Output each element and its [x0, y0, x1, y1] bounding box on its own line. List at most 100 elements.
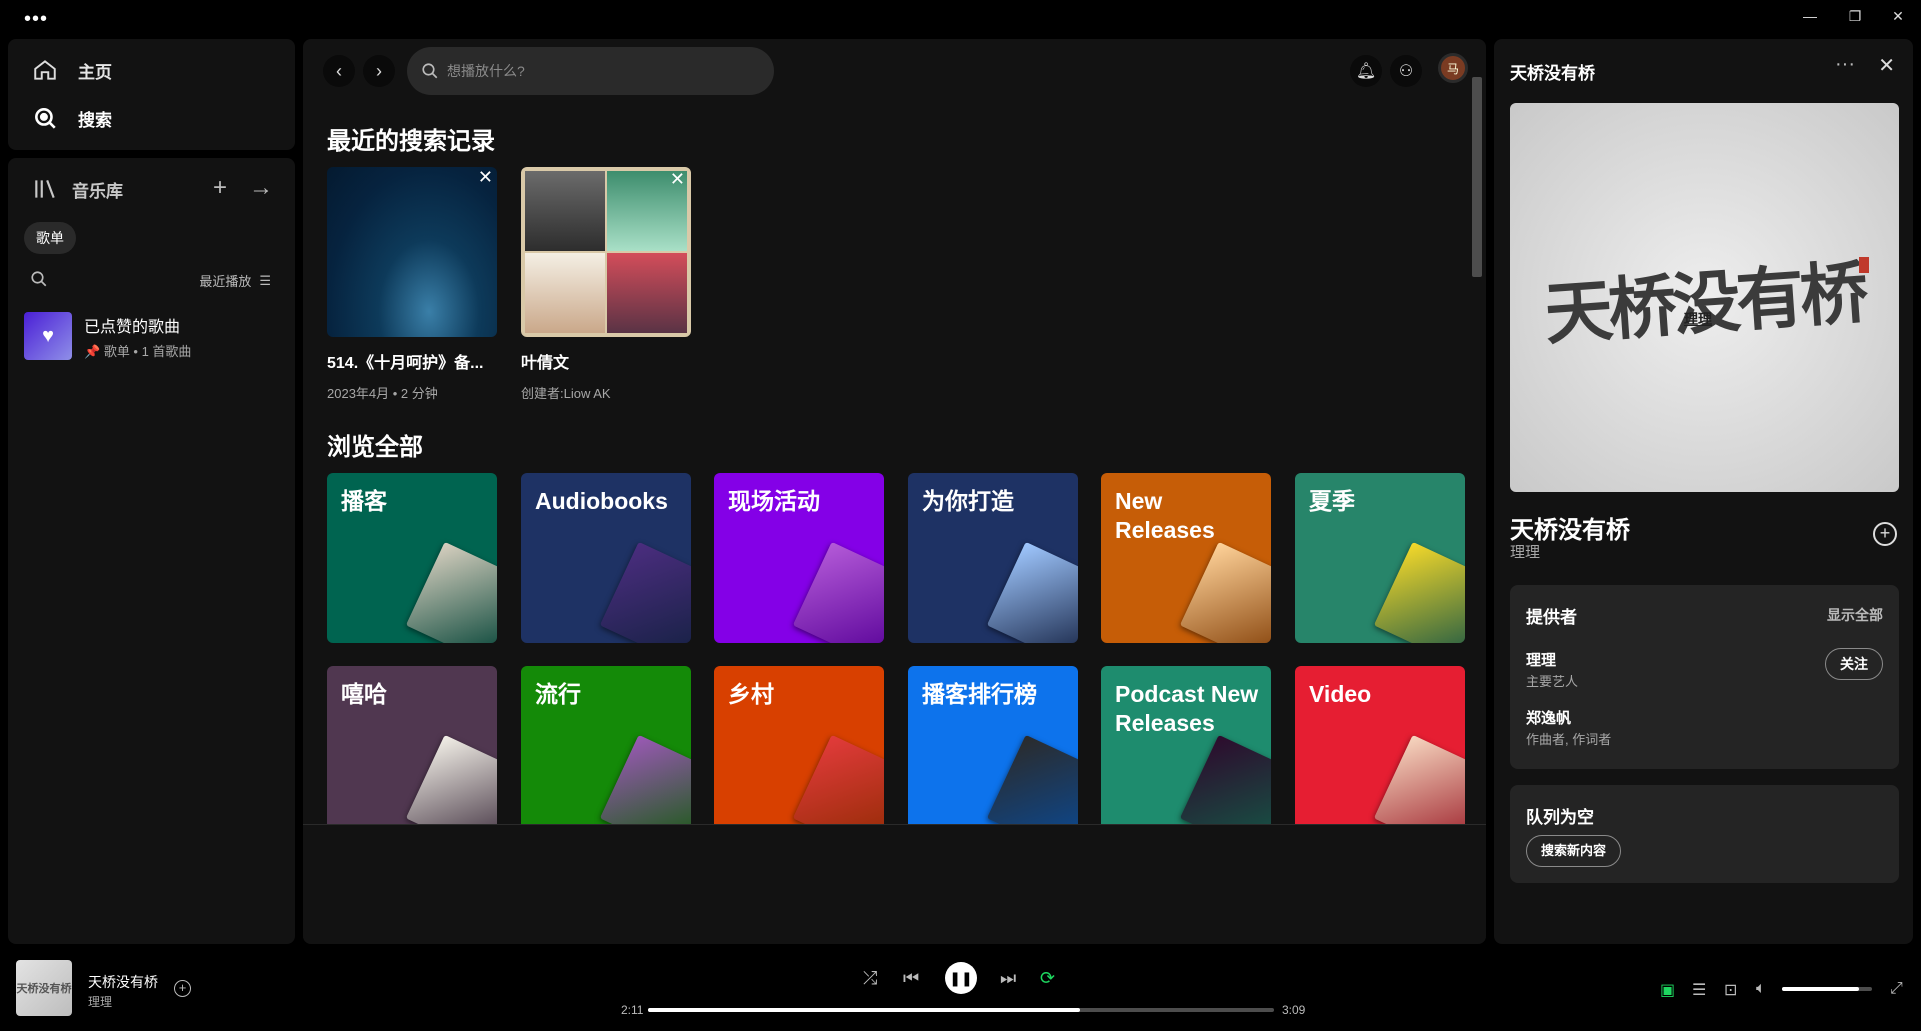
app-menu-icon[interactable]: ••• [24, 8, 48, 31]
back-button[interactable]: ‹ [323, 55, 355, 87]
add-to-library-icon[interactable]: + [1873, 522, 1897, 546]
close-window-icon[interactable]: ✕ [1888, 8, 1908, 25]
pause-button[interactable]: ❚❚ [945, 962, 977, 994]
previous-icon[interactable]: ⏮︎ [903, 968, 919, 989]
genre-card[interactable]: 嘻哈 [327, 666, 497, 836]
album-cover: 天桥没有桥 理理 [1510, 103, 1899, 492]
progress-bar[interactable] [648, 1008, 1274, 1012]
genre-label: 乡村 [728, 681, 774, 707]
close-icon[interactable]: ✕ [478, 167, 493, 188]
now-playing-view-icon[interactable]: ▣ [1660, 980, 1675, 1000]
genre-label: Podcast New Releases [1115, 681, 1259, 736]
heart-icon: ♥ [24, 312, 72, 360]
genre-artwork [1179, 541, 1271, 643]
credits-title: 提供者 [1526, 608, 1577, 627]
minimize-icon[interactable]: — [1800, 8, 1820, 24]
main-bottom-area [303, 824, 1486, 944]
genre-card[interactable]: New Releases [1101, 473, 1271, 643]
recent-item[interactable]: ✕ 514.《十月呵护》备... 2023年4月 • 2 分钟 [327, 167, 497, 402]
now-playing-header: 天桥没有桥 [1510, 64, 1595, 83]
browse-all-title: 浏览全部 [327, 434, 423, 461]
show-all-link[interactable]: 显示全部 [1827, 605, 1883, 625]
genre-label: 播客排行榜 [922, 681, 1037, 707]
connect-device-icon[interactable]: ⊡ [1724, 980, 1737, 1000]
genre-label: 播客 [341, 488, 387, 514]
song-artist[interactable]: 理理 [1510, 541, 1540, 562]
scrollbar[interactable] [1472, 77, 1482, 277]
liked-subtitle-text: 歌单 • 1 首歌曲 [103, 343, 192, 359]
home-icon [34, 60, 56, 80]
genre-card[interactable]: 为你打造 [908, 473, 1078, 643]
next-icon[interactable]: ⏭︎ [1000, 968, 1016, 989]
library-sort[interactable]: 最近播放 ☰ [199, 271, 271, 290]
avatar[interactable]: 马 [1438, 53, 1468, 83]
genre-label: Video [1309, 681, 1372, 707]
nav-home[interactable]: 主页 [32, 57, 112, 83]
genre-card[interactable]: 流行 [521, 666, 691, 836]
library-sort-label: 最近播放 [199, 274, 252, 289]
bell-icon[interactable]: 🔔︎ [1350, 55, 1382, 87]
library-icon [35, 179, 55, 199]
close-icon[interactable]: ✕ [670, 169, 685, 190]
now-playing-title[interactable]: 天桥没有桥 [88, 972, 158, 992]
credit-role: 作曲者, 作词者 [1526, 732, 1612, 747]
genre-artwork [986, 734, 1078, 836]
arrow-right-icon[interactable]: → [249, 174, 273, 202]
genre-artwork [792, 734, 884, 836]
library-search-icon[interactable] [30, 270, 48, 288]
now-playing-cover[interactable]: 天桥没有桥 [16, 960, 72, 1016]
follow-button[interactable]: 关注 [1825, 648, 1883, 680]
genre-label: New Releases [1115, 488, 1215, 543]
genre-artwork [1373, 541, 1465, 643]
more-options-icon[interactable]: ··· [1835, 53, 1855, 76]
nav-search[interactable]: 搜索 [32, 105, 112, 131]
genre-card[interactable]: Audiobooks [521, 473, 691, 643]
recent-item-title: 叶倩文 [521, 355, 570, 372]
filter-chip-playlists[interactable]: 歌单 [24, 222, 76, 254]
pin-icon: 📌 [84, 343, 101, 359]
shuffle-icon[interactable]: ⤮ [863, 968, 877, 989]
volume-slider[interactable] [1782, 987, 1872, 991]
genre-artwork [986, 541, 1078, 643]
genre-card[interactable]: 乡村 [714, 666, 884, 836]
genre-artwork [405, 541, 497, 643]
volume-icon[interactable]: 🔈︎ [1756, 980, 1766, 998]
song-title[interactable]: 天桥没有桥 [1510, 510, 1630, 545]
list-icon: ☰ [259, 272, 271, 288]
close-panel-icon[interactable]: ✕ [1878, 53, 1895, 78]
genre-label: 现场活动 [728, 488, 820, 514]
genre-card[interactable]: 播客排行榜 [908, 666, 1078, 836]
credit-name[interactable]: 郑逸帆 [1526, 707, 1571, 728]
search-input[interactable] [447, 63, 747, 79]
plus-icon[interactable]: + [213, 174, 227, 202]
library-header[interactable]: 音乐库 [32, 176, 123, 202]
library-item-liked-songs[interactable]: ♥ 已点赞的歌曲 📌 歌单 • 1 首歌曲 [24, 312, 191, 360]
genre-card[interactable]: 夏季 [1295, 473, 1465, 643]
search-new-content-button[interactable]: 搜索新内容 [1526, 835, 1622, 867]
repeat-icon[interactable]: ⟳ [1040, 968, 1055, 989]
credits-card: 提供者 显示全部 理理 主要艺人 关注 郑逸帆 作曲者, 作词者 [1510, 585, 1899, 769]
search-bar[interactable] [407, 47, 774, 95]
genre-card[interactable]: 播客 [327, 473, 497, 643]
album-cover-subtitle: 理理 [1684, 311, 1712, 327]
recent-searches-title: 最近的搜索记录 [327, 128, 495, 155]
search-input-icon [422, 63, 438, 79]
genre-artwork [1373, 734, 1465, 836]
library-panel: 音乐库 + → 歌单 最近播放 ☰ ♥ 已点赞的歌曲 📌 歌单 • 1 首歌曲 [8, 158, 295, 944]
queue-card: 队列为空 搜索新内容 [1510, 785, 1899, 883]
friends-icon[interactable]: ⚇ [1390, 55, 1422, 87]
fullscreen-icon[interactable]: ⤢ [1890, 980, 1903, 998]
restore-icon[interactable]: ❐ [1845, 8, 1865, 25]
nav-panel: 主页 搜索 [8, 39, 295, 150]
add-icon[interactable]: + [174, 980, 191, 997]
forward-button[interactable]: › [363, 55, 395, 87]
title-bar: ••• — ❐ ✕ [0, 0, 1921, 38]
credit-name[interactable]: 理理 [1526, 649, 1556, 670]
progress-fill [648, 1008, 1080, 1012]
queue-icon[interactable]: ☰ [1692, 980, 1706, 1000]
genre-card[interactable]: Podcast New Releases [1101, 666, 1271, 836]
now-playing-artist[interactable]: 理理 [88, 993, 112, 1010]
genre-card[interactable]: Video [1295, 666, 1465, 836]
genre-card[interactable]: 现场活动 [714, 473, 884, 643]
recent-item[interactable]: ✕ 叶倩文 创建者:Liow AK [521, 167, 691, 402]
